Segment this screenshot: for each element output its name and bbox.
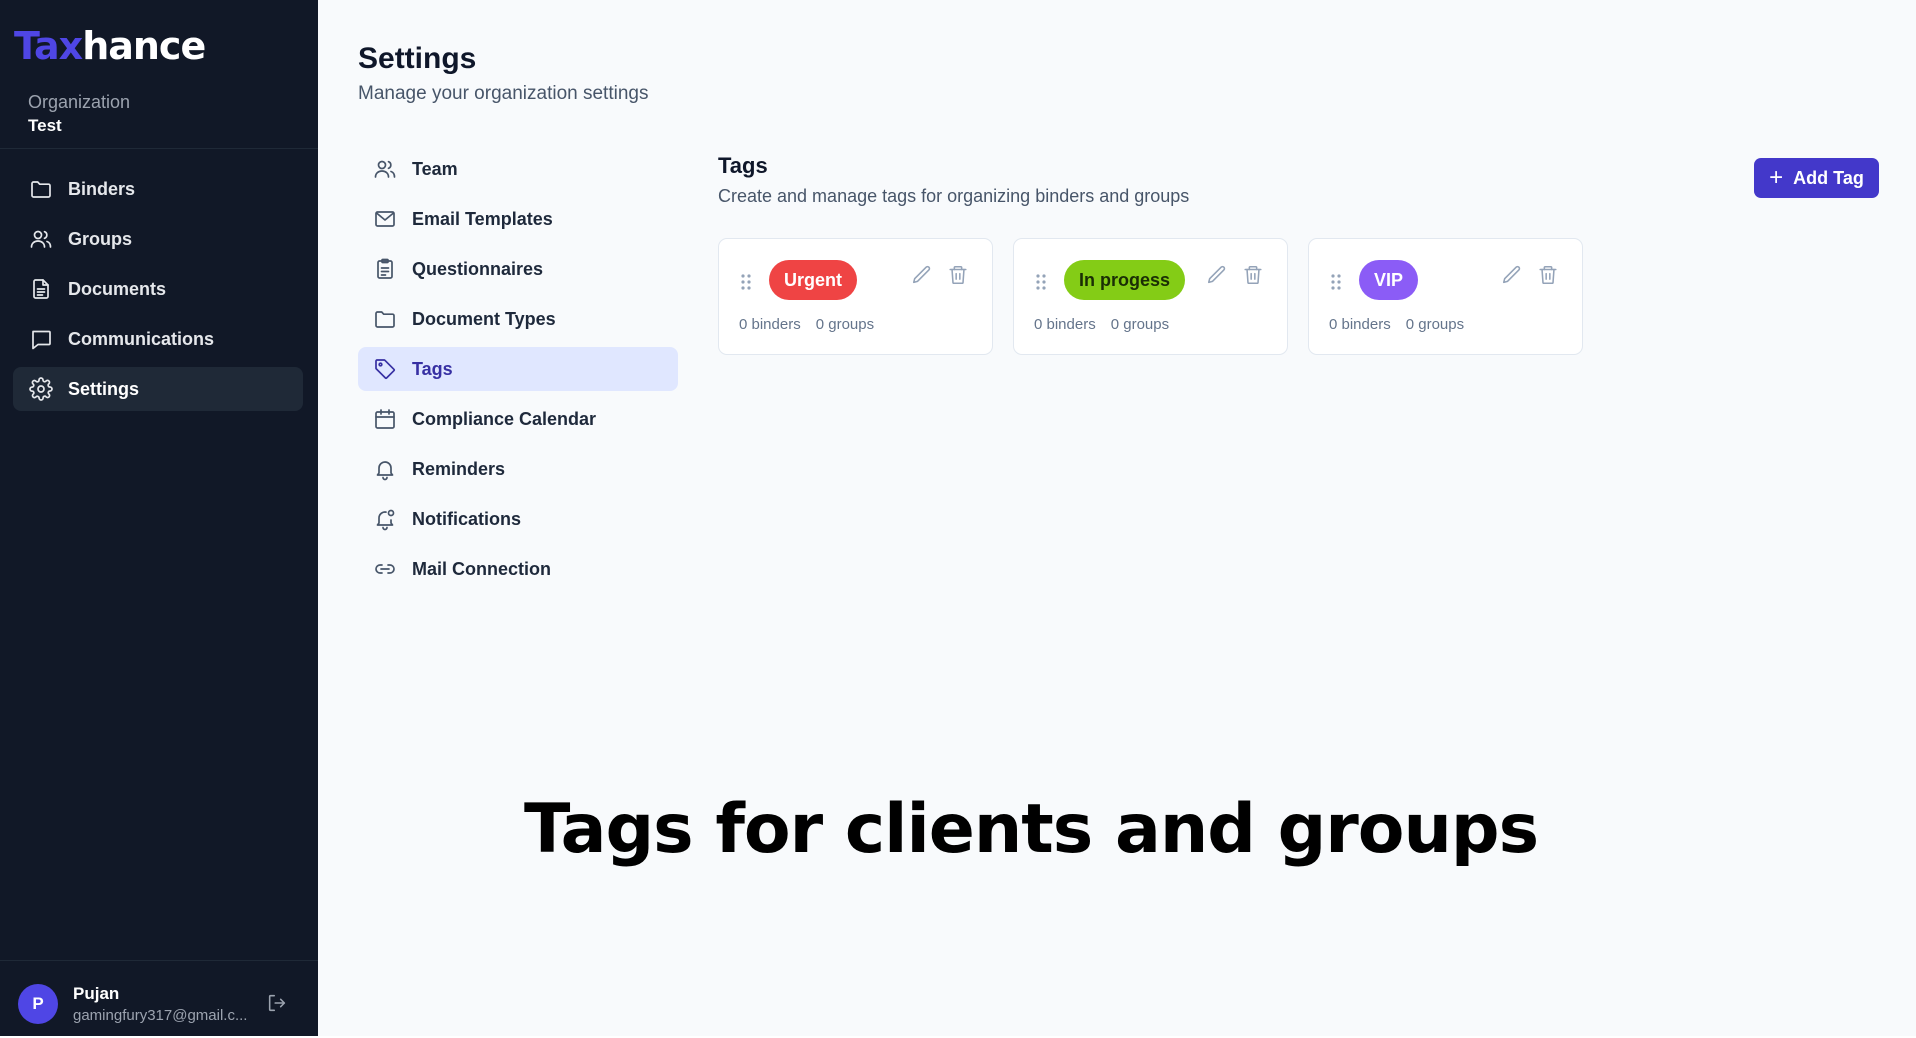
drag-handle-icon[interactable] [1331, 273, 1341, 291]
tag-counts: 0 binders 0 groups [739, 316, 874, 333]
sidebar: Taxhance Organization Test Binders Group… [0, 0, 318, 1036]
users-icon [28, 226, 54, 252]
drag-handle-icon[interactable] [1036, 273, 1046, 291]
trash-icon[interactable] [1537, 264, 1559, 286]
logout-button[interactable] [266, 992, 290, 1016]
settings-item-label: Tags [412, 358, 453, 379]
folder-icon [372, 306, 398, 332]
caption-overlay: Tags for clients and groups [524, 790, 1539, 869]
bell-dot-icon [372, 506, 398, 532]
settings-nav: Team Email Templates Questionnaires Docu… [358, 147, 678, 597]
folder-icon [28, 176, 54, 202]
sidebar-item-label: Settings [68, 378, 140, 399]
sidebar-item-settings[interactable]: Settings [13, 367, 303, 411]
binder-count: 0 binders [739, 316, 801, 333]
add-tag-button[interactable]: + Add Tag [1754, 158, 1879, 198]
group-count: 0 groups [1405, 316, 1465, 333]
group-count: 0 groups [815, 316, 875, 333]
sidebar-divider [0, 148, 318, 149]
add-tag-label: Add Tag [1793, 167, 1864, 188]
settings-item-label: Email Templates [412, 208, 553, 229]
calendar-icon [372, 406, 398, 432]
user-name: Pujan [73, 984, 120, 1003]
tag-pill: VIP [1359, 260, 1419, 300]
settings-item-label: Reminders [412, 458, 506, 479]
logo-part-hance: hance [82, 24, 206, 68]
org-label: Organization [28, 92, 131, 112]
settings-item-compliance-calendar[interactable]: Compliance Calendar [358, 397, 678, 441]
user-email: gamingfury317@gmail.c... [73, 1007, 248, 1024]
bell-icon [372, 456, 398, 482]
settings-item-label: Compliance Calendar [412, 408, 597, 429]
tag-card: VIP 0 binders 0 groups [1308, 238, 1583, 355]
settings-item-team[interactable]: Team [358, 147, 678, 191]
org-name[interactable]: Test [28, 116, 62, 136]
document-icon [28, 276, 54, 302]
tag-counts: 0 binders 0 groups [1329, 316, 1464, 333]
edit-icon[interactable] [911, 264, 933, 286]
settings-item-email-templates[interactable]: Email Templates [358, 197, 678, 241]
tag-counts: 0 binders 0 groups [1034, 316, 1169, 333]
trash-icon[interactable] [1242, 264, 1264, 286]
sidebar-item-label: Binders [68, 178, 136, 199]
sidebar-item-binders[interactable]: Binders [13, 167, 303, 211]
tag-pill: In progess [1064, 260, 1186, 300]
avatar[interactable]: P [18, 984, 58, 1024]
main-content: Settings Manage your organization settin… [318, 0, 1916, 1036]
edit-icon[interactable] [1501, 264, 1523, 286]
tag-card: In progess 0 binders 0 groups [1013, 238, 1288, 355]
tag-card: Urgent 0 binders 0 groups [718, 238, 993, 355]
plus-icon: + [1769, 164, 1784, 191]
sidebar-item-label: Documents [68, 278, 167, 299]
settings-item-document-types[interactable]: Document Types [358, 297, 678, 341]
settings-item-label: Questionnaires [412, 258, 544, 279]
settings-item-questionnaires[interactable]: Questionnaires [358, 247, 678, 291]
users-icon [372, 156, 398, 182]
settings-item-reminders[interactable]: Reminders [358, 447, 678, 491]
logo-part-tax: Tax [14, 24, 83, 68]
page-title: Settings [358, 42, 477, 75]
group-count: 0 groups [1110, 316, 1170, 333]
app-logo[interactable]: Taxhance [14, 24, 206, 68]
sidebar-nav: Binders Groups Documents Communications … [13, 167, 303, 417]
logout-icon [266, 994, 288, 1018]
tags-section-subtitle: Create and manage tags for organizing bi… [718, 186, 1190, 206]
sidebar-item-groups[interactable]: Groups [13, 217, 303, 261]
drag-handle-icon[interactable] [741, 273, 751, 291]
sidebar-item-communications[interactable]: Communications [13, 317, 303, 361]
user-divider [0, 960, 318, 961]
sidebar-item-label: Groups [68, 228, 133, 249]
clipboard-icon [372, 256, 398, 282]
gear-icon [28, 376, 54, 402]
settings-item-mail-connection[interactable]: Mail Connection [358, 547, 678, 591]
trash-icon[interactable] [947, 264, 969, 286]
tags-section-title: Tags [718, 153, 768, 178]
link-icon [372, 556, 398, 582]
settings-item-label: Notifications [412, 508, 522, 529]
settings-item-label: Document Types [412, 308, 556, 329]
page-subtitle: Manage your organization settings [358, 83, 649, 104]
settings-item-label: Team [412, 158, 458, 179]
binder-count: 0 binders [1034, 316, 1096, 333]
tag-pill: Urgent [769, 260, 857, 300]
tag-cards: Urgent 0 binders 0 groups In progess 0 b… [718, 238, 1583, 355]
message-icon [28, 326, 54, 352]
sidebar-item-label: Communications [68, 328, 215, 349]
settings-item-tags[interactable]: Tags [358, 347, 678, 391]
settings-item-label: Mail Connection [412, 558, 551, 579]
edit-icon[interactable] [1206, 264, 1228, 286]
settings-item-notifications[interactable]: Notifications [358, 497, 678, 541]
tag-icon [372, 356, 398, 382]
mail-icon [372, 206, 398, 232]
sidebar-item-documents[interactable]: Documents [13, 267, 303, 311]
binder-count: 0 binders [1329, 316, 1391, 333]
